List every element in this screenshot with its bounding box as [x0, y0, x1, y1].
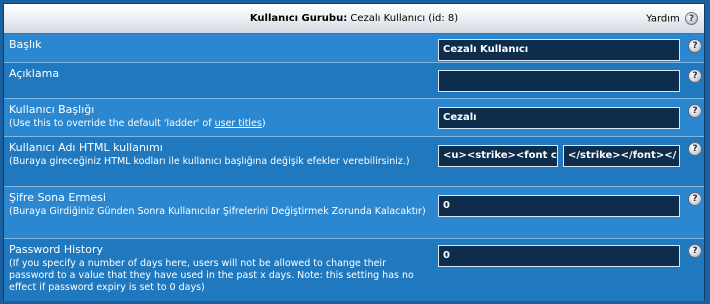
help-icon[interactable]: ?: [688, 69, 702, 83]
row-label: Açıklama: [9, 67, 60, 80]
html-open-tag-input[interactable]: <u><strike><font c: [438, 145, 558, 167]
row-password-expiry: Şifre Sona Ermesi (Buraya Girdiğiniz Gün…: [4, 187, 704, 239]
description-input[interactable]: [438, 70, 680, 92]
row-user-title: Kullanıcı Başlığı (Use this to override …: [4, 99, 704, 137]
password-history-input[interactable]: 0: [438, 245, 680, 267]
desc-prefix: (Use this to override the default 'ladde…: [9, 118, 215, 129]
help-icon[interactable]: ?: [688, 192, 702, 206]
row-label: Password History: [9, 243, 104, 256]
user-title-input[interactable]: Cezalı: [438, 107, 680, 129]
row-description: Açıklama ?: [4, 63, 704, 99]
row-label: Kullanıcı Başlığı: [9, 103, 95, 116]
help-icon[interactable]: ?: [688, 39, 702, 53]
title-value: Cezalı Kullanıcı (id: 8): [350, 13, 459, 24]
password-expiry-input[interactable]: 0: [438, 195, 680, 217]
row-description-text: (Buraya gireceğiniz HTML kodları ile kul…: [9, 156, 410, 167]
row-description-text: (Buraya Girdiğiniz Günden Sonra Kullanıc…: [9, 206, 426, 217]
title-label: Kullanıcı Gurubu:: [249, 13, 348, 24]
help-icon[interactable]: ?: [688, 244, 702, 258]
title-input[interactable]: Cezalı Kullanıcı: [438, 39, 680, 61]
help-icon[interactable]: ?: [688, 142, 702, 156]
row-title: Başlık Cezalı Kullanıcı ?: [4, 34, 704, 63]
help-icon[interactable]: ?: [688, 104, 702, 118]
row-description-text: (If you specify a number of days here, u…: [9, 258, 414, 293]
help-link[interactable]: Yardım ?: [646, 12, 698, 25]
row-description-text: (Use this to override the default 'ladde…: [9, 118, 429, 130]
row-label: Şifre Sona Ermesi: [9, 191, 106, 204]
desc-suffix: ): [261, 118, 266, 129]
page-title: Kullanıcı Gurubu: Cezalı Kullanıcı (id: …: [4, 13, 704, 24]
help-icon: ?: [685, 12, 698, 25]
usergroup-panel: Kullanıcı Gurubu: Cezalı Kullanıcı (id: …: [3, 3, 705, 301]
user-titles-link[interactable]: user titles: [215, 118, 262, 129]
row-password-history: Password History (If you specify a numbe…: [4, 239, 704, 301]
row-label: Başlık: [9, 38, 42, 51]
html-close-tag-input[interactable]: </strike></font></: [563, 145, 680, 167]
help-label: Yardım: [646, 13, 680, 25]
row-label: Kullanıcı Adı HTML kullanımı: [9, 141, 163, 154]
panel-header: Kullanıcı Gurubu: Cezalı Kullanıcı (id: …: [4, 4, 704, 34]
row-username-html: Kullanıcı Adı HTML kullanımı (Buraya gir…: [4, 137, 704, 187]
